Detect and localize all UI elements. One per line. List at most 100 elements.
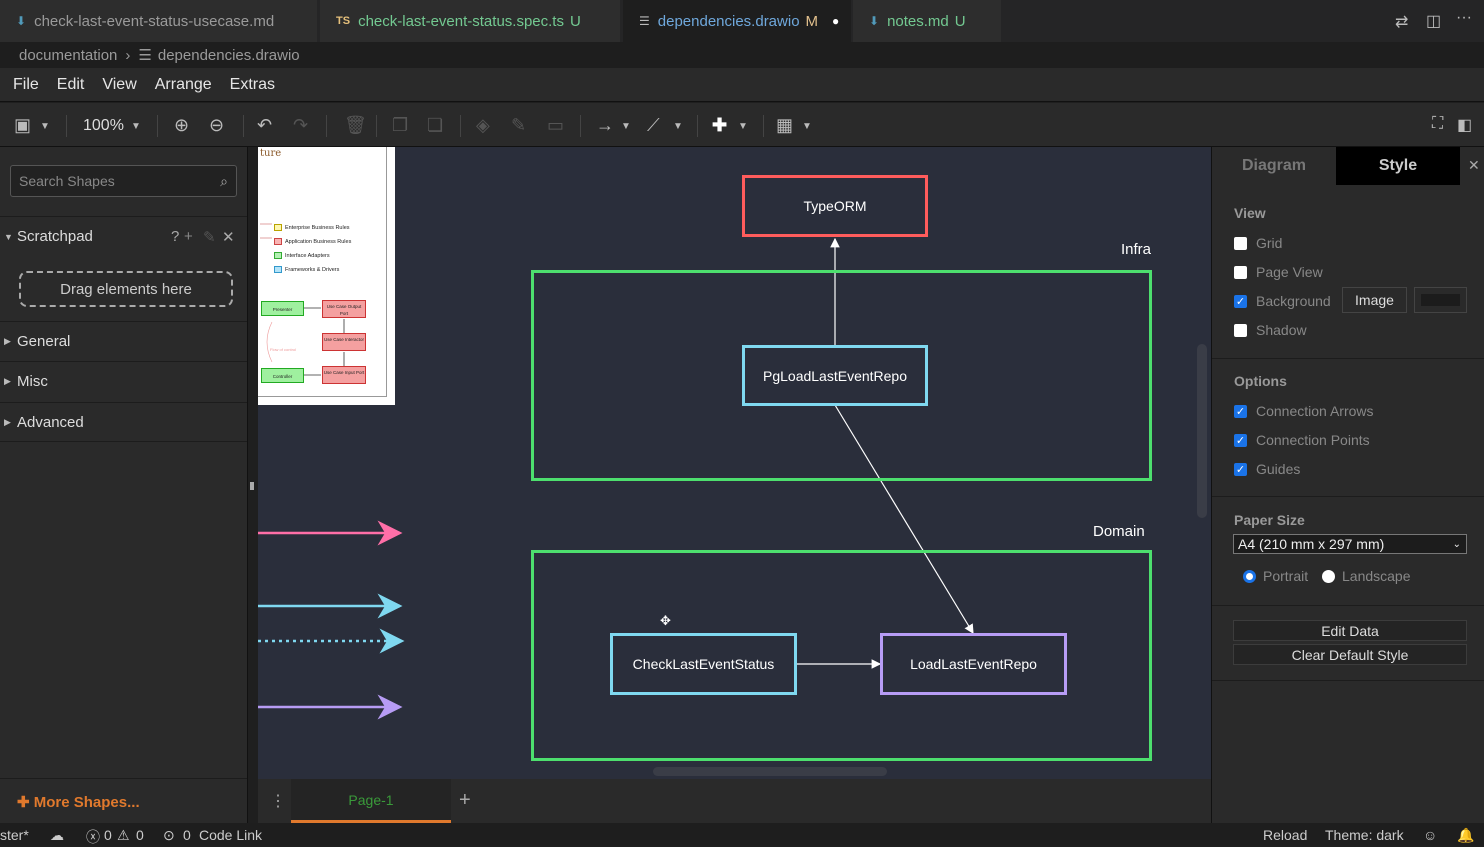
connection-arrows-checkbox[interactable]: ✓ Connection Arrows <box>1234 403 1374 419</box>
section-general[interactable]: ▶ General <box>0 321 247 361</box>
portrait-radio[interactable]: Portrait <box>1243 568 1308 584</box>
breadcrumb-folder[interactable]: documentation <box>19 47 117 64</box>
tab-style[interactable]: Style <box>1336 147 1460 185</box>
tab-usecase-md[interactable]: ⬇ check-last-event-status-usecase.md <box>0 0 317 42</box>
pg-load-last-event-repo-node[interactable]: PgLoadLastEventRepo <box>742 345 928 406</box>
breadcrumb-file[interactable]: dependencies.drawio <box>158 47 300 64</box>
scratchpad-header[interactable]: ▼ Scratchpad ? + ✎ ✕ <box>0 216 247 256</box>
paper-size-select[interactable]: A4 (210 mm x 297 mm) ⌄ <box>1233 534 1467 554</box>
to-front-icon[interactable]: ❐ <box>392 115 408 136</box>
close-icon[interactable]: ✕ <box>222 228 235 246</box>
tab-spec-ts[interactable]: TS check-last-event-status.spec.ts U <box>320 0 620 42</box>
diagram-canvas[interactable]: ture Enterprise Business Rules Applicati… <box>258 147 1211 779</box>
more-actions-icon[interactable]: ··· <box>1456 9 1472 27</box>
chevron-down-icon[interactable]: ▼ <box>40 121 50 132</box>
chevron-down-icon[interactable]: ▼ <box>738 121 748 132</box>
undo-icon[interactable]: ↶ <box>257 115 272 136</box>
delete-icon[interactable]: 🗑 <box>344 115 367 136</box>
landscape-radio[interactable]: Landscape <box>1322 568 1411 584</box>
guides-checkbox[interactable]: ✓ Guides <box>1234 461 1300 477</box>
sidebar-resize-handle[interactable] <box>250 482 254 490</box>
scratchpad-help-icon[interactable]: ? <box>171 228 179 245</box>
checkbox-box[interactable] <box>1234 265 1247 279</box>
grid-checkbox[interactable]: Grid <box>1234 235 1282 251</box>
chevron-down-icon[interactable]: ▼ <box>621 121 631 132</box>
section-misc[interactable]: ▶ Misc <box>0 361 247 401</box>
zoom-select[interactable]: 100% <box>83 117 124 135</box>
radio-selected-icon[interactable] <box>1243 569 1256 583</box>
connection-points-checkbox[interactable]: ✓ Connection Points <box>1234 432 1370 448</box>
menu-view[interactable]: View <box>102 76 136 94</box>
zoom-in-icon[interactable]: ⊕ <box>174 115 189 136</box>
ports-icon[interactable]: ⊙ <box>163 827 175 844</box>
edit-icon[interactable]: ✎ <box>203 228 216 246</box>
add-icon[interactable]: + <box>184 228 193 245</box>
sync-icon[interactable]: ☁ <box>50 827 64 844</box>
close-icon[interactable]: ✕ <box>1468 157 1480 174</box>
insert-plus-icon[interactable]: ✚ <box>712 115 727 136</box>
menu-extras[interactable]: Extras <box>230 76 275 94</box>
checkbox-box[interactable] <box>1234 323 1247 337</box>
to-back-icon[interactable]: ❏ <box>427 115 443 136</box>
connection-icon[interactable]: → <box>596 115 614 136</box>
unsaved-dot-icon[interactable]: ● <box>832 14 839 28</box>
feedback-icon[interactable]: ☺ <box>1423 827 1437 843</box>
section-advanced[interactable]: ▶ Advanced <box>0 402 247 442</box>
fill-color-icon[interactable]: ◈ <box>476 115 490 136</box>
theme-indicator[interactable]: Theme: dark <box>1325 827 1404 843</box>
tab-dependencies-drawio[interactable]: ☰ dependencies.drawio M ● <box>623 0 851 42</box>
background-image-button[interactable]: Image <box>1342 287 1407 313</box>
radio-icon[interactable] <box>1322 569 1335 583</box>
menu-arrange[interactable]: Arrange <box>155 76 212 94</box>
vertical-scrollbar[interactable] <box>1197 344 1207 518</box>
reload-button[interactable]: Reload <box>1263 827 1307 843</box>
fullscreen-icon[interactable]: ⛶ <box>1432 115 1443 133</box>
checkmark-icon[interactable]: ✓ <box>1234 433 1247 447</box>
table-icon[interactable]: ▦ <box>776 115 793 136</box>
tab-notes-md[interactable]: ⬇ notes.md U <box>853 0 1001 42</box>
ports-count[interactable]: 0 <box>183 827 191 843</box>
compare-changes-icon[interactable]: ⇄ <box>1395 12 1408 32</box>
waypoints-icon[interactable]: ⟋ <box>647 115 660 136</box>
collapse-panel-icon[interactable]: ◧ <box>1457 115 1472 135</box>
checkmark-icon[interactable]: ✓ <box>1234 462 1247 476</box>
background-checkbox[interactable]: ✓ Background <box>1234 293 1331 309</box>
check-last-event-status-node[interactable]: CheckLastEventStatus <box>610 633 797 695</box>
error-icon[interactable]: ⓧ <box>86 827 100 847</box>
shadow-checkbox[interactable]: Shadow <box>1234 322 1307 338</box>
chevron-down-icon[interactable]: ▼ <box>131 121 141 132</box>
page-view-checkbox[interactable]: Page View <box>1234 264 1323 280</box>
split-editor-icon[interactable]: ◫ <box>1426 11 1441 31</box>
checkmark-icon[interactable]: ✓ <box>1234 294 1247 308</box>
warning-count[interactable]: 0 <box>136 827 144 843</box>
shadow-icon[interactable]: ▭ <box>547 115 564 136</box>
add-page-icon[interactable]: + <box>459 789 471 812</box>
pages-menu-icon[interactable]: ⋮ <box>270 791 286 811</box>
code-link[interactable]: Code Link <box>199 827 262 843</box>
line-color-icon[interactable]: ✎ <box>511 115 526 136</box>
edit-data-button[interactable]: Edit Data <box>1233 620 1467 641</box>
checkbox-box[interactable] <box>1234 236 1247 250</box>
error-count[interactable]: 0 <box>104 827 112 843</box>
redo-icon[interactable]: ↷ <box>293 115 308 136</box>
background-color-button[interactable] <box>1414 287 1467 313</box>
search-shapes-input[interactable]: Search Shapes ⌕ <box>10 165 237 197</box>
scratchpad-drop-zone[interactable]: Drag elements here <box>19 271 233 307</box>
chevron-down-icon[interactable]: ▼ <box>673 121 683 132</box>
clear-default-style-button[interactable]: Clear Default Style <box>1233 644 1467 665</box>
notifications-icon[interactable]: 🔔 <box>1457 827 1474 844</box>
chevron-down-icon[interactable]: ▼ <box>802 121 812 132</box>
tab-diagram[interactable]: Diagram <box>1212 147 1336 185</box>
more-shapes-button[interactable]: ✚ More Shapes... <box>17 793 140 811</box>
typeorm-node[interactable]: TypeORM <box>742 175 928 237</box>
warning-icon[interactable]: ⚠ <box>117 827 130 844</box>
infra-label[interactable]: Infra <box>1121 241 1151 258</box>
format-panel-icon[interactable]: ▣ <box>14 115 31 136</box>
load-last-event-repo-node[interactable]: LoadLastEventRepo <box>880 633 1067 695</box>
horizontal-scrollbar[interactable] <box>653 767 887 776</box>
domain-label[interactable]: Domain <box>1093 523 1145 540</box>
tab-page-1[interactable]: Page-1 <box>291 779 451 823</box>
menu-file[interactable]: File <box>13 76 39 94</box>
git-branch[interactable]: ster* <box>0 827 29 843</box>
search-icon[interactable]: ⌕ <box>220 173 228 190</box>
